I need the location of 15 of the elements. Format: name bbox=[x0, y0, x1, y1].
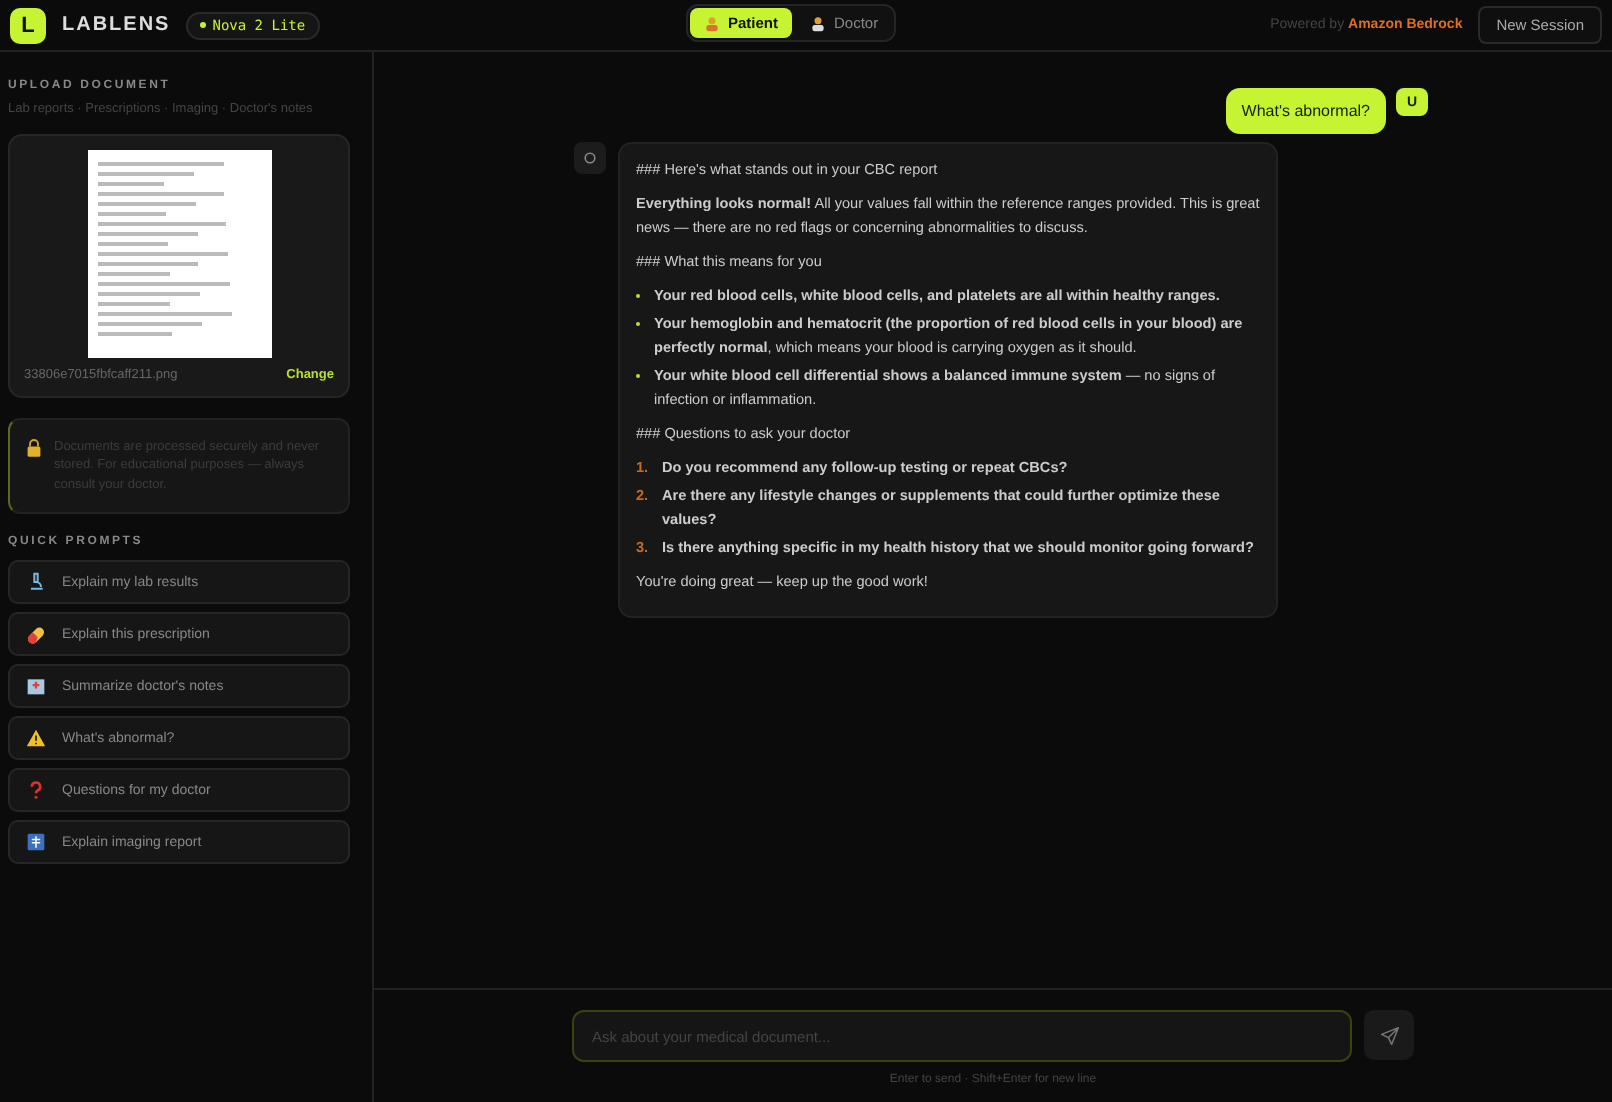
assistant-icon bbox=[582, 150, 598, 166]
pill-icon bbox=[26, 624, 46, 645]
send-button[interactable] bbox=[1364, 1010, 1414, 1060]
xray-icon bbox=[26, 832, 46, 853]
brand-name: LABLENS bbox=[62, 14, 171, 36]
user-message: What's abnormal? bbox=[1225, 88, 1386, 134]
question-icon bbox=[26, 780, 46, 801]
person-icon bbox=[810, 15, 827, 31]
lock-icon bbox=[26, 438, 42, 458]
hospital-icon bbox=[26, 676, 46, 697]
microscope-icon bbox=[26, 572, 46, 593]
person-icon bbox=[704, 15, 720, 31]
send-icon bbox=[1379, 1025, 1399, 1045]
warning-icon bbox=[26, 728, 46, 749]
logo-icon: L bbox=[10, 7, 46, 43]
